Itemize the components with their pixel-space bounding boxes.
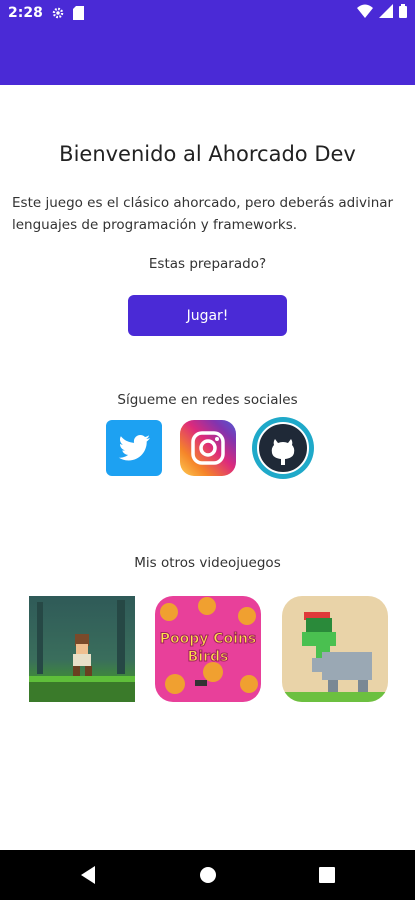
status-bar: 2:28	[0, 0, 415, 26]
social-label: Sígueme en redes sociales	[117, 392, 298, 408]
recents-icon[interactable]	[318, 865, 336, 889]
battery-icon	[399, 4, 407, 22]
poopy-coins-birds-game-icon[interactable]: Poopy Coins Birds	[155, 596, 261, 702]
app-bar	[0, 26, 415, 85]
game-description: Este juego es el clásico ahorcado, pero …	[12, 195, 394, 233]
games-label: Mis otros videojuegos	[134, 555, 281, 571]
signal-icon	[379, 4, 393, 22]
frog-rhino-game-icon[interactable]	[282, 596, 388, 702]
wifi-icon	[357, 4, 373, 22]
sd-card-icon	[72, 6, 84, 20]
page-title: Bienvenido al Ahorcado Dev	[59, 142, 356, 166]
settings-icon	[51, 6, 65, 20]
ready-prompt: Estas preparado?	[148, 256, 267, 272]
github-icon[interactable]	[252, 417, 314, 479]
platformer-game-icon[interactable]	[29, 596, 135, 702]
navigation-bar	[0, 850, 415, 900]
back-icon[interactable]	[79, 865, 97, 889]
game-title-line2: Birds	[187, 649, 229, 666]
game-title-line1: Poopy Coins	[159, 631, 257, 648]
play-button[interactable]: Jugar!	[128, 295, 287, 336]
instagram-icon[interactable]	[180, 420, 236, 476]
home-icon[interactable]	[199, 865, 217, 889]
status-time: 2:28	[8, 5, 43, 21]
twitter-icon[interactable]	[106, 420, 162, 476]
